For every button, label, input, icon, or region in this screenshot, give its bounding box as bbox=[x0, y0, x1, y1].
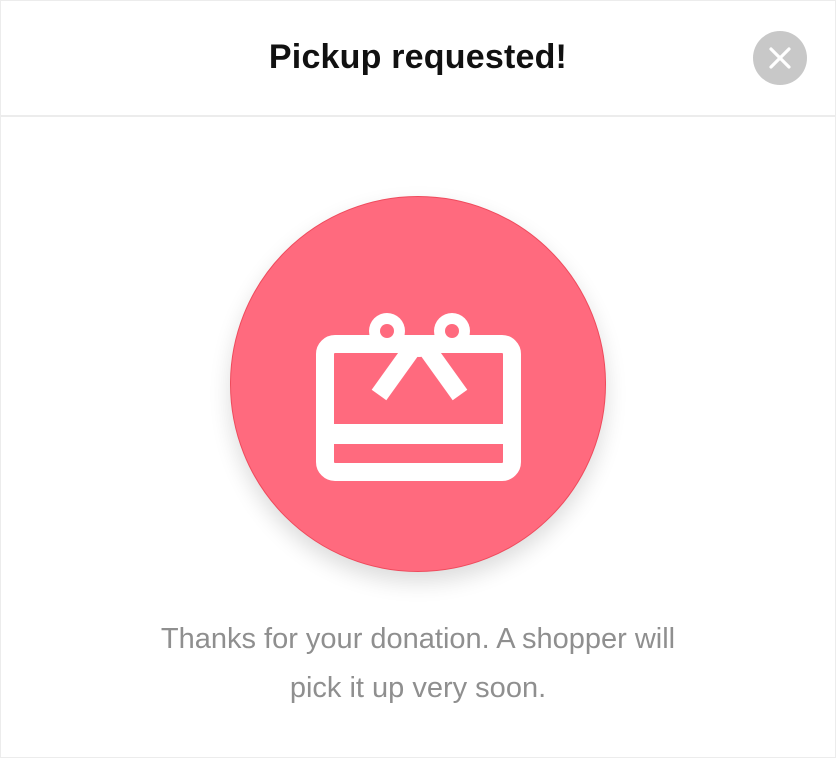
close-icon bbox=[769, 47, 791, 69]
modal-content: Thanks for your donation. A shopper will… bbox=[1, 117, 835, 757]
gift-card-icon bbox=[316, 313, 521, 481]
confirmation-message: Thanks for your donation. A shopper will… bbox=[1, 615, 835, 713]
pickup-requested-modal: Pickup requested! Thanks for your donati… bbox=[0, 0, 836, 758]
gift-badge bbox=[230, 196, 606, 572]
modal-title: Pickup requested! bbox=[268, 37, 568, 76]
message-line: Thanks for your donation. A shopper will bbox=[160, 623, 676, 655]
message-line: pick it up very soon. bbox=[289, 672, 547, 704]
close-button[interactable] bbox=[753, 31, 807, 85]
modal-header: Pickup requested! bbox=[1, 1, 835, 117]
